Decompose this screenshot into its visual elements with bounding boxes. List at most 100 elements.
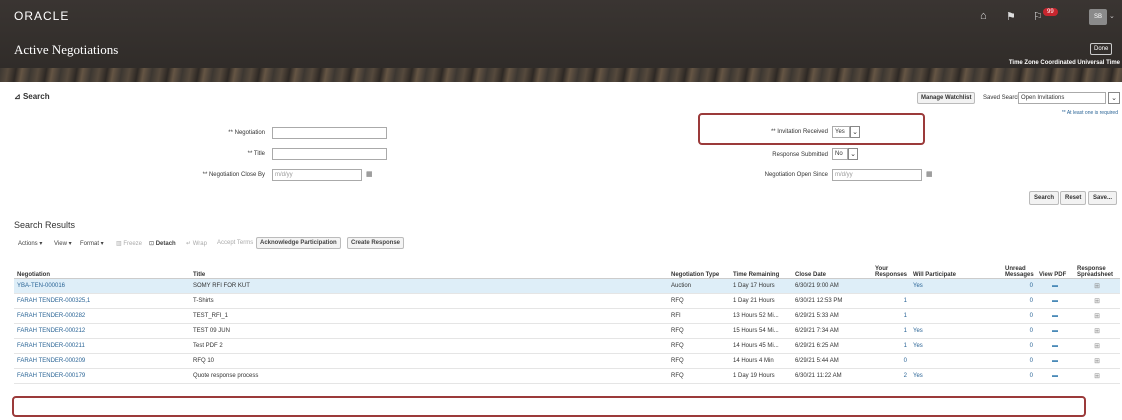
col-remaining[interactable]: Time Remaining [730, 256, 792, 279]
freeze-button[interactable]: ▥ Freeze [116, 240, 142, 247]
col-title[interactable]: Title [190, 256, 668, 279]
col-your-responses[interactable]: Your Responses [872, 256, 910, 279]
unread-cell[interactable]: 0 [1002, 353, 1036, 369]
unread-cell[interactable]: 0 [1002, 308, 1036, 324]
table-row[interactable]: FARAH TENDER-000179 Quote response proce… [14, 368, 1120, 384]
negotiation-link[interactable]: FARAH TENDER-000282 [14, 308, 190, 324]
title-input[interactable] [272, 148, 387, 160]
reset-button[interactable]: Reset [1060, 191, 1087, 205]
col-will-participate[interactable]: Will Participate [910, 256, 1002, 279]
unread-cell[interactable]: 0 [1002, 368, 1036, 384]
col-unread[interactable]: Unread Messages [1002, 256, 1036, 279]
view-pdf-cell[interactable]: ▬ [1036, 368, 1074, 384]
oracle-logo[interactable]: ORACLE [14, 9, 69, 23]
manage-watchlist-button[interactable]: Manage Watchlist [917, 92, 976, 104]
search-section-toggle[interactable]: ⊿ Search [14, 92, 50, 101]
spreadsheet-icon[interactable]: ⊞ [1094, 343, 1100, 350]
user-avatar[interactable]: SB [1089, 9, 1107, 25]
responses-cell[interactable]: 0 [872, 353, 910, 369]
response-submitted-select[interactable]: No [832, 148, 848, 160]
participate-cell[interactable]: Yes [910, 278, 1002, 294]
negotiation-link[interactable]: FARAH TENDER-000209 [14, 353, 190, 369]
table-row[interactable]: FARAH TENDER-000325,1 T-Shirts RFQ 1 Day… [14, 293, 1120, 309]
participate-cell[interactable] [910, 308, 1002, 324]
pdf-icon[interactable]: ▬ [1052, 283, 1058, 289]
chevron-down-icon[interactable]: ⌄ [1109, 12, 1115, 20]
view-pdf-cell[interactable]: ▬ [1036, 308, 1074, 324]
responses-cell[interactable]: 1 [872, 308, 910, 324]
spreadsheet-icon[interactable]: ⊞ [1094, 358, 1100, 365]
spreadsheet-icon[interactable]: ⊞ [1094, 313, 1100, 320]
unread-cell[interactable]: 0 [1002, 293, 1036, 309]
notifications-icon[interactable]: ⚐ [1033, 10, 1043, 23]
home-icon[interactable]: ⌂ [980, 10, 987, 22]
spreadsheet-cell[interactable]: ⊞ [1074, 323, 1120, 339]
negotiation-link[interactable]: FARAH TENDER-000325,1 [14, 293, 190, 309]
table-row[interactable]: FARAH TENDER-000211 Test PDF 2 RFQ 14 Ho… [14, 338, 1120, 354]
responses-cell[interactable]: 1 [872, 323, 910, 339]
table-row[interactable]: FARAH TENDER-000212 TEST 09 JUN RFQ 15 H… [14, 323, 1120, 339]
calendar-icon[interactable]: ▦ [366, 170, 373, 178]
col-spreadsheet[interactable]: Response Spreadsheet [1074, 256, 1120, 279]
view-pdf-cell[interactable]: ▬ [1036, 293, 1074, 309]
responses-cell[interactable]: 1 [872, 338, 910, 354]
col-close-date[interactable]: Close Date [792, 256, 872, 279]
format-menu[interactable]: Format ▾ [80, 240, 104, 247]
participate-cell[interactable]: Yes [910, 323, 1002, 339]
create-response-button[interactable]: Create Response [347, 237, 405, 249]
view-menu[interactable]: View ▾ [54, 240, 72, 247]
spreadsheet-cell[interactable]: ⊞ [1074, 293, 1120, 309]
view-pdf-cell[interactable]: ▬ [1036, 353, 1074, 369]
pdf-icon[interactable]: ▬ [1052, 373, 1058, 379]
spreadsheet-cell[interactable]: ⊞ [1074, 368, 1120, 384]
pdf-icon[interactable]: ▬ [1052, 358, 1058, 364]
unread-cell[interactable]: 0 [1002, 323, 1036, 339]
saved-search-select[interactable]: Open Invitations [1018, 92, 1106, 104]
participate-cell[interactable]: Yes [910, 338, 1002, 354]
spreadsheet-cell[interactable]: ⊞ [1074, 338, 1120, 354]
participate-cell[interactable]: Yes [910, 368, 1002, 384]
participate-cell[interactable] [910, 353, 1002, 369]
spreadsheet-cell[interactable]: ⊞ [1074, 278, 1120, 294]
responses-cell[interactable]: 2 [872, 368, 910, 384]
col-negotiation[interactable]: Negotiation [14, 256, 190, 279]
pdf-icon[interactable]: ▬ [1052, 298, 1058, 304]
col-type[interactable]: Negotiation Type [668, 256, 730, 279]
open-since-input[interactable]: m/d/yy [832, 169, 922, 181]
pdf-icon[interactable]: ▬ [1052, 313, 1058, 319]
negotiation-link[interactable]: FARAH TENDER-000179 [14, 368, 190, 384]
view-pdf-cell[interactable]: ▬ [1036, 338, 1074, 354]
negotiation-input[interactable] [272, 127, 387, 139]
spreadsheet-icon[interactable]: ⊞ [1094, 328, 1100, 335]
spreadsheet-icon[interactable]: ⊞ [1094, 373, 1100, 380]
participate-cell[interactable] [910, 293, 1002, 309]
view-pdf-cell[interactable]: ▬ [1036, 323, 1074, 339]
spreadsheet-icon[interactable]: ⊞ [1094, 298, 1100, 305]
responses-cell[interactable]: 1 [872, 293, 910, 309]
accept-terms-button[interactable]: Accept Terms [217, 240, 253, 246]
chevron-down-icon[interactable]: ⌄ [1108, 92, 1120, 104]
spreadsheet-icon[interactable]: ⊞ [1094, 283, 1100, 290]
unread-cell[interactable]: 0 [1002, 278, 1036, 294]
negotiation-link[interactable]: YBA-TEN-000016 [14, 278, 190, 294]
acknowledge-participation-button[interactable]: Acknowledge Participation [256, 237, 341, 249]
save-search-button[interactable]: Save... [1088, 191, 1118, 205]
calendar-icon[interactable]: ▦ [926, 170, 933, 178]
negotiation-link[interactable]: FARAH TENDER-000212 [14, 323, 190, 339]
wrap-button[interactable]: ↵ Wrap [186, 240, 207, 247]
unread-cell[interactable]: 0 [1002, 338, 1036, 354]
search-button[interactable]: Search [1029, 191, 1060, 205]
spreadsheet-cell[interactable]: ⊞ [1074, 308, 1120, 324]
col-view-pdf[interactable]: View PDF [1036, 256, 1074, 279]
done-button[interactable]: Done [1090, 43, 1113, 55]
responses-cell[interactable] [872, 278, 910, 294]
pdf-icon[interactable]: ▬ [1052, 328, 1058, 334]
detach-button[interactable]: ⊡ Detach [149, 240, 176, 247]
spreadsheet-cell[interactable]: ⊞ [1074, 353, 1120, 369]
table-row[interactable]: YBA-TEN-000016 SOMY RFI FOR KUT Auction … [14, 278, 1120, 294]
negotiation-link[interactable]: FARAH TENDER-000211 [14, 338, 190, 354]
pdf-icon[interactable]: ▬ [1052, 343, 1058, 349]
actions-menu[interactable]: Actions ▾ [18, 240, 42, 247]
close-by-input[interactable]: m/d/yy [272, 169, 362, 181]
table-row[interactable]: FARAH TENDER-000209 RFQ 10 RFQ 14 Hours … [14, 353, 1120, 369]
